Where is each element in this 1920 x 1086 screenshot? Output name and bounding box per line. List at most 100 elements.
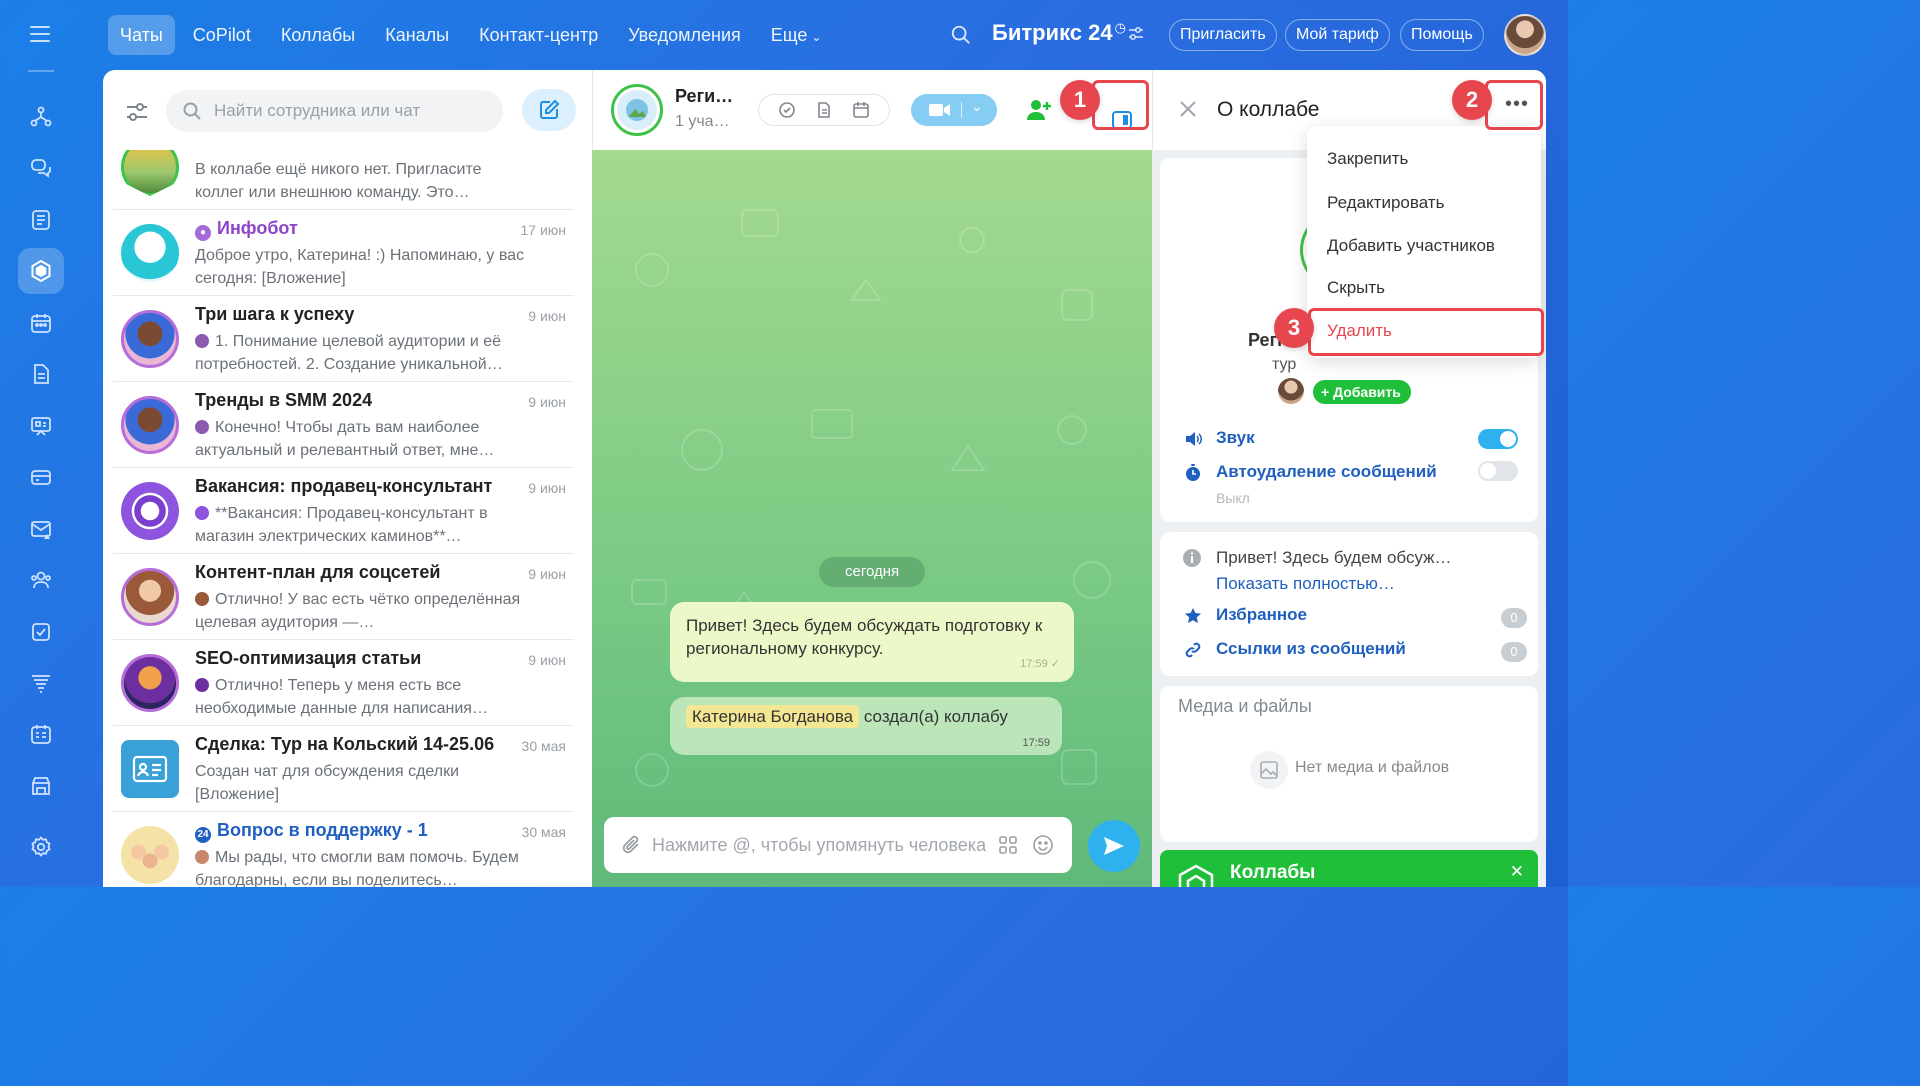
chat-bubbles-icon[interactable] bbox=[18, 145, 64, 191]
brand-logo[interactable]: Битрикс 24 ◷ bbox=[992, 20, 1126, 46]
autodelete-toggle[interactable] bbox=[1478, 461, 1518, 481]
chat-preview: Мы рады, что смогли вам помочь. Будем бл… bbox=[195, 846, 525, 887]
sitemap-icon[interactable] bbox=[18, 94, 64, 140]
chat-item-seo[interactable]: SEO-оптимизация статьи 9 июн Отлично! Те… bbox=[103, 640, 592, 726]
chat-avatar bbox=[121, 568, 179, 626]
send-button[interactable] bbox=[1088, 820, 1140, 872]
chat-title-text: Вопрос в поддержку - 1 bbox=[217, 820, 428, 840]
chat-item-smm-trends[interactable]: Тренды в SMM 2024 9 июн Конечно! Чтобы д… bbox=[103, 382, 592, 468]
rail-divider bbox=[28, 70, 54, 72]
close-icon[interactable]: ✕ bbox=[1510, 862, 1524, 882]
search-input[interactable] bbox=[214, 90, 494, 132]
invite-button[interactable]: Пригласить bbox=[1169, 19, 1277, 51]
settings-icon[interactable] bbox=[18, 824, 64, 870]
mail-icon[interactable] bbox=[18, 506, 64, 552]
task-check-icon[interactable] bbox=[778, 101, 796, 119]
nav-contact-center[interactable]: Контакт-центр bbox=[467, 15, 610, 55]
plan-button[interactable]: Мой тариф bbox=[1285, 19, 1390, 51]
chat-date: 9 июн bbox=[528, 394, 566, 410]
chat-preview: Создан чат для обсуждения сделки [Вложен… bbox=[195, 763, 460, 803]
chat-title-text: Инфобот bbox=[217, 218, 298, 238]
message-bubble[interactable]: Привет! Здесь будем обсуждать подготовку… bbox=[670, 602, 1074, 682]
chevron-down-icon: ⌄ bbox=[811, 30, 822, 44]
links-label: Ссылки из сообщений bbox=[1216, 639, 1406, 658]
calendar-icon[interactable] bbox=[852, 101, 870, 119]
nav-collabs[interactable]: Коллабы bbox=[269, 15, 367, 55]
schedule-icon[interactable] bbox=[18, 711, 64, 757]
chat-title[interactable]: Реги… bbox=[675, 86, 733, 107]
funnel-icon[interactable] bbox=[18, 660, 64, 706]
chevron-down-icon[interactable]: ⌄ bbox=[971, 98, 983, 115]
links-count: 0 bbox=[1501, 642, 1527, 662]
sliders-icon[interactable] bbox=[1128, 26, 1144, 42]
document-icon[interactable] bbox=[18, 351, 64, 397]
chat-preview-text: Отлично! Теперь у меня есть все необходи… bbox=[195, 677, 488, 717]
chat-title: 24 Вопрос в поддержку - 1 bbox=[195, 820, 428, 843]
message-input[interactable] bbox=[652, 817, 992, 873]
chat-preview: 1. Понимание целевой аудитории и её потр… bbox=[195, 330, 525, 376]
user-avatar[interactable] bbox=[1504, 14, 1546, 56]
video-call-button[interactable]: ⌄ bbox=[911, 94, 997, 126]
menu-item-add-members[interactable]: Добавить участников bbox=[1327, 236, 1495, 256]
document-icon[interactable] bbox=[815, 101, 833, 119]
bot-avatar bbox=[121, 224, 179, 282]
chat-item-vacancy[interactable]: Вакансия: продавец-консультант 9 июн **В… bbox=[103, 468, 592, 554]
favorites-count: 0 bbox=[1501, 608, 1527, 628]
chat-date: 9 июн bbox=[528, 308, 566, 324]
highlight-more-button bbox=[1485, 80, 1543, 130]
tasks-icon[interactable] bbox=[18, 609, 64, 655]
author-mention[interactable]: Катерина Богданова bbox=[686, 705, 860, 728]
menu-icon[interactable] bbox=[30, 26, 50, 42]
emoji-icon[interactable] bbox=[1032, 834, 1054, 856]
team-icon[interactable] bbox=[18, 557, 64, 603]
menu-item-hide[interactable]: Скрыть bbox=[1327, 278, 1385, 298]
board-icon[interactable] bbox=[18, 403, 64, 449]
show-more-link[interactable]: Показать полностью… bbox=[1216, 574, 1395, 594]
chat-preview-text: **Вакансия: Продавец-консультант в магаз… bbox=[195, 505, 488, 545]
read-check-icon: ✓ bbox=[1050, 658, 1060, 670]
add-user-icon[interactable] bbox=[1025, 96, 1053, 124]
nav-more[interactable]: Еще ⌄ bbox=[759, 15, 834, 55]
autodelete-value: Выкл bbox=[1216, 490, 1250, 506]
system-message: Катерина Богданова создал(а) коллабу 17:… bbox=[670, 697, 1062, 755]
crm-card-icon[interactable] bbox=[18, 454, 64, 500]
close-icon[interactable] bbox=[1179, 100, 1197, 118]
nav-channels[interactable]: Каналы bbox=[373, 15, 461, 55]
sound-toggle[interactable] bbox=[1478, 429, 1518, 449]
search-icon[interactable] bbox=[950, 24, 972, 46]
chat-item-deal[interactable]: Сделка: Тур на Кольский 14-25.06 30 мая … bbox=[103, 726, 592, 812]
collabs-promo-banner[interactable]: Коллабы ✕ bbox=[1160, 850, 1538, 887]
feed-icon[interactable] bbox=[18, 197, 64, 243]
chat-search[interactable] bbox=[166, 90, 503, 132]
chat-date: 9 июн bbox=[528, 480, 566, 496]
chat-item-collab[interactable]: В коллабе ещё никого нет. Пригласите кол… bbox=[103, 150, 592, 210]
new-chat-button[interactable] bbox=[522, 89, 576, 131]
member-avatar[interactable] bbox=[1278, 378, 1304, 404]
nav-chats[interactable]: Чаты bbox=[108, 15, 175, 55]
favorites-row[interactable]: Избранное bbox=[1184, 605, 1307, 625]
calendar-icon[interactable] bbox=[18, 300, 64, 346]
apps-grid-icon[interactable] bbox=[998, 835, 1018, 855]
message-time: 17:59 ✓ bbox=[1020, 653, 1060, 676]
menu-item-pin[interactable]: Закрепить bbox=[1327, 149, 1408, 169]
chat-item-infobot[interactable]: ● Инфобот 17 июн Доброе утро, Катерина! :… bbox=[103, 210, 592, 296]
chat-item-support[interactable]: 24 Вопрос в поддержку - 1 30 мая Мы рады,… bbox=[103, 812, 592, 887]
paperclip-icon[interactable] bbox=[620, 833, 642, 857]
store-icon[interactable] bbox=[18, 763, 64, 809]
chat-item-content-plan[interactable]: Контент-план для соцсетей 9 июн Отлично!… bbox=[103, 554, 592, 640]
collab-avatar[interactable] bbox=[611, 84, 663, 136]
filter-icon[interactable] bbox=[123, 98, 151, 126]
nav-copilot[interactable]: CoPilot bbox=[181, 15, 263, 55]
clock-icon: ◷ bbox=[1114, 20, 1126, 35]
message-text: Привет! Здесь будем обсуждать подготовку… bbox=[686, 616, 1043, 658]
chat-item-three-steps[interactable]: Три шага к успеху 9 июн 1. Понимание цел… bbox=[103, 296, 592, 382]
menu-item-edit[interactable]: Редактировать bbox=[1327, 193, 1444, 213]
member-count[interactable]: 1 уча… bbox=[675, 113, 730, 131]
add-member-button[interactable]: + Добавить bbox=[1313, 380, 1411, 404]
links-row[interactable]: Ссылки из сообщений bbox=[1184, 639, 1406, 659]
collab-hexagon-icon[interactable] bbox=[18, 248, 64, 294]
sound-label: Звук bbox=[1216, 428, 1255, 447]
help-button[interactable]: Помощь bbox=[1400, 19, 1484, 51]
nav-notifications[interactable]: Уведомления bbox=[616, 15, 753, 55]
chat-date: 30 мая bbox=[521, 738, 566, 754]
